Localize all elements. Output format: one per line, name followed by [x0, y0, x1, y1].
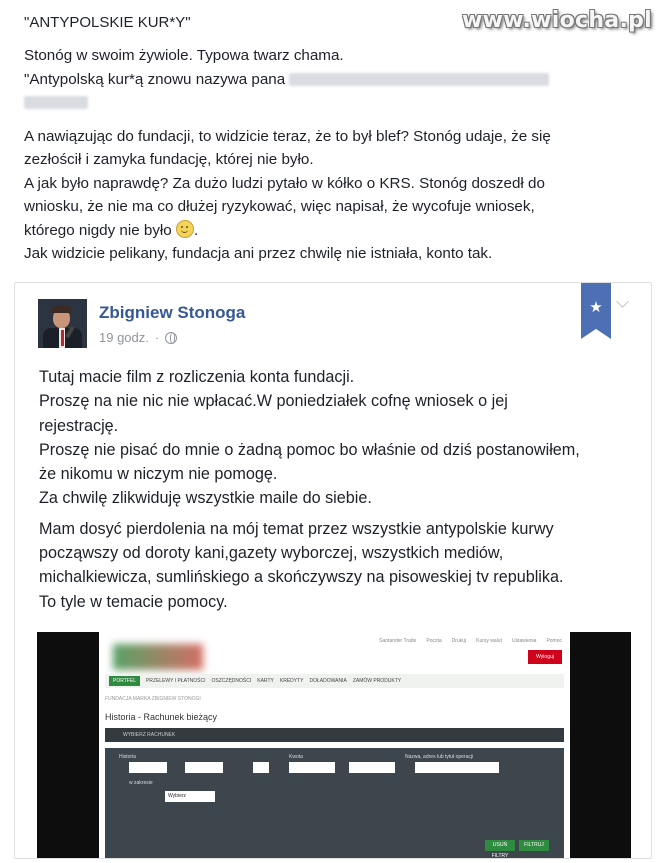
redacted-line [24, 91, 644, 115]
message-line: rejestrację. [39, 416, 119, 435]
post-title: "ANTYPOLSKIE KUR*Y" [24, 14, 191, 31]
message-line: Mam dosyć pierdolenia na mój temat przez… [39, 519, 554, 538]
message-line: Za chwilę zlikwiduję wszystkie maile do … [39, 489, 372, 508]
message-line: michalkiewicza, sumlińskiego a skończyws… [39, 568, 564, 587]
post-line: "Antypolską kur*ą znowu nazywa pana [24, 68, 644, 92]
watermark: www.wiocha.pl [462, 8, 652, 33]
globe-icon [165, 331, 178, 344]
message-line: Tutaj macie film z rozliczenia konta fun… [39, 368, 355, 386]
message-line: To tyle w temacie pomocy. [39, 592, 228, 611]
message-line: Proszę na nie nic nie wpłacać.W poniedzi… [39, 392, 508, 411]
star-icon: ★ [589, 299, 603, 316]
author-name-link[interactable]: Zbigniew Stonoga [99, 303, 245, 323]
logout-button: Wyloguj [528, 650, 562, 664]
account-selector: WYBIERZ RACHUNEK [105, 728, 564, 742]
post-line: wniosku, że nie ma co dłużej ryzykować, … [24, 198, 535, 215]
post-body: Stonóg w swoim żywiole. Typowa twarz cha… [24, 44, 644, 266]
bookmark-ribbon[interactable]: ★ [581, 283, 611, 339]
post-line: A nawiązując do fundacji, to widzicie te… [24, 127, 551, 145]
bank-page-screenshot: Santander Trade Poczta Drukuj Kursy walu… [99, 632, 570, 858]
redacted-text [24, 96, 88, 110]
chevron-down-icon[interactable] [616, 295, 629, 308]
post-line: zezłościł i zamyka fundację, której nie … [24, 151, 314, 168]
shared-post-message: Tutaj macie film z rozliczenia konta fun… [39, 365, 639, 614]
post-line: A jak było naprawdę? Za dużo ludzi pytał… [24, 174, 545, 192]
timestamp-link[interactable]: 19 godz. [99, 330, 149, 345]
filter-panel: Historia Kwota Nazwa, adres lub tytuł op… [105, 748, 564, 858]
avatar[interactable] [38, 299, 87, 348]
post-meta: 19 godz. · [99, 330, 178, 345]
post-line: Jak widzicie pelikany, fundacja ani prze… [24, 245, 493, 262]
post-line: którego nigdy nie było . [24, 219, 199, 239]
redacted-text [289, 72, 550, 86]
breadcrumb: FUNDACJA MARKA ZBIGNIEW STONOGI [105, 696, 201, 702]
bank-menubar: PORTFEL PRZELEWY I PŁATNOŚCI OSZCZĘDNOŚC… [105, 674, 564, 688]
bank-topnav: Santander Trade Poczta Drukuj Kursy walu… [379, 638, 562, 644]
message-line: Proszę nie pisać do mnie o żadną pomoc b… [39, 440, 580, 459]
smile-emoji-icon [176, 219, 194, 238]
post-line: Stonóg w swoim żywiole. Typowa twarz cha… [24, 47, 344, 64]
shared-post-card: Zbigniew Stonoga 19 godz. · ★ Tutaj maci… [14, 282, 652, 859]
page-title: Historia - Rachunek bieżący [105, 712, 218, 722]
message-line: począwszy od doroty kani,gazety wyborcze… [39, 544, 504, 563]
video-thumbnail[interactable]: Santander Trade Poczta Drukuj Kursy walu… [37, 632, 631, 858]
blurred-bank-logo [113, 644, 203, 670]
message-line: że nikomu w niczym nie pomogę. [39, 465, 278, 484]
